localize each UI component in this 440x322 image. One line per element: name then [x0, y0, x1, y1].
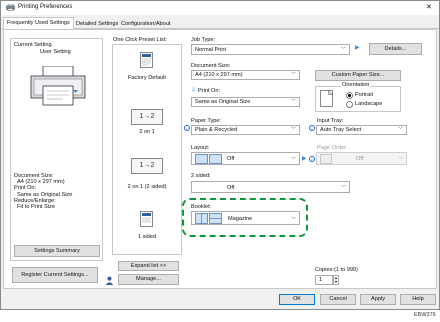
summary-line: Same as Original Size [17, 191, 73, 198]
summary-line: Fit to Print Size [17, 204, 55, 211]
copies-label: Copies:(1 to 999) [315, 267, 358, 273]
user-setting-label: User Setting [40, 49, 71, 55]
booklet-icon [195, 213, 223, 224]
print-on-select[interactable]: Same as Original Size ﹀ [191, 97, 300, 107]
chevron-down-icon: ﹀ [397, 127, 403, 133]
preset-list-label: One Click Preset List: [113, 37, 167, 43]
user-icon [105, 276, 114, 285]
title-bar: Printing Preferences ✕ [1, 1, 439, 15]
arrow-right-icon: ▶ [355, 45, 360, 51]
arrow-down-icon: ⇩ [191, 88, 197, 94]
layout-select[interactable]: Off ﹀ [191, 152, 300, 165]
settings-summary-button[interactable]: Settings Summary [14, 245, 100, 257]
print-on-label: Print On: [198, 88, 221, 94]
ok-button[interactable]: OK [279, 294, 315, 305]
paper-type-label: Paper Type: [191, 118, 222, 124]
figure-caption: EBW376 [414, 312, 436, 318]
document-size-value: A4 (210 x 297 mm) [195, 72, 243, 78]
two-up-icon: 1→2 [131, 109, 163, 125]
arrow-right-icon: ▶ [302, 156, 307, 162]
apply-button[interactable]: Apply [360, 294, 396, 305]
preset-2-on-1[interactable]: 2 on 1 [114, 129, 180, 135]
document-icon [140, 211, 153, 227]
chevron-down-icon: ﹀ [290, 157, 296, 163]
landscape-label: Landscape [355, 101, 383, 107]
page-order-select: Off ﹀ [316, 152, 407, 165]
landscape-radio[interactable] [346, 101, 353, 108]
two-sided-label: 2 sided: [191, 173, 211, 179]
tab-bar: Frequently Used Settings Detailed Settin… [1, 15, 439, 29]
input-tray-label: Input Tray: [317, 118, 344, 124]
cancel-button[interactable]: Cancel [320, 294, 356, 305]
page-order-icon [320, 154, 332, 164]
input-tray-select[interactable]: Auto Tray Select ﹀ [316, 125, 407, 135]
custom-paper-size-button[interactable]: Custom Paper Size... [315, 70, 401, 81]
details-button[interactable]: Details... [369, 43, 422, 55]
preset-1-sided[interactable]: 1 sided [114, 234, 180, 240]
current-setting-label: Current Setting [14, 42, 52, 48]
orientation-label: Orientation [341, 82, 371, 88]
paper-type-select[interactable]: Plain & Recycled ﹀ [191, 125, 300, 135]
paper-type-value: Plain & Recycled [195, 127, 238, 133]
layout-label: Layout: [191, 145, 210, 151]
portrait-label: Portrait [355, 92, 374, 98]
info-icon: i [309, 125, 315, 131]
document-size-label: Document Size: [191, 63, 231, 69]
copies-input[interactable]: 1 [315, 275, 333, 285]
copies-value: 1 [319, 277, 323, 283]
job-type-select[interactable]: Normal Print ﹀ [191, 44, 350, 55]
tab-detailed-settings[interactable]: Detailed Settings [72, 18, 122, 29]
booklet-value: Magazine [228, 216, 253, 222]
portrait-radio[interactable] [346, 92, 353, 99]
document-icon [140, 52, 153, 68]
layout-pages-icon [195, 154, 223, 164]
info-icon: i [184, 125, 190, 131]
tab-frequently-used[interactable]: Frequently Used Settings [3, 17, 74, 29]
expand-list-button[interactable]: Expand list >> [118, 261, 179, 271]
close-icon[interactable]: ✕ [426, 3, 432, 11]
chevron-down-icon: ﹀ [290, 217, 296, 223]
printing-preferences-window: Printing Preferences ✕ Frequently Used S… [0, 0, 440, 310]
copies-stepper[interactable]: ▲ ▼ [333, 275, 339, 285]
job-type-value: Normal Print [195, 47, 227, 53]
register-current-settings-button[interactable]: Register Current Settings... [12, 267, 98, 283]
chevron-down-icon: ﹀ [397, 157, 403, 163]
printer-preview-icon [29, 65, 87, 106]
current-setting-panel: Current Setting User Setting Document Si… [10, 38, 103, 261]
printer-icon [6, 3, 15, 12]
chevron-down-icon: ﹀ [290, 127, 296, 133]
chevron-down-icon: ﹀ [340, 47, 346, 53]
info-icon: i [309, 156, 315, 162]
two-up-duplex-icon: 1→2 [131, 158, 163, 174]
two-sided-select[interactable]: Off ﹀ [191, 181, 350, 193]
booklet-select[interactable]: Magazine ﹀ [191, 211, 300, 225]
print-on-value: Same as Original Size [195, 99, 251, 105]
portrait-page-icon [320, 89, 334, 107]
tab-configuration-about[interactable]: Configuration/About [117, 18, 174, 29]
settings-summary-text: Document Size: A4 (210 x 297 mm) Print O… [14, 173, 72, 210]
input-tray-value: Auto Tray Select [320, 127, 362, 133]
help-button[interactable]: Help [400, 294, 436, 305]
job-type-label: Job Type: [191, 37, 216, 43]
chevron-down-icon: ﹀ [290, 99, 296, 105]
preset-factory-default[interactable]: Factory Default [114, 75, 180, 81]
booklet-label: Booklet: [191, 204, 212, 210]
two-sided-value: Off [227, 185, 235, 191]
page-order-label: Page Order: [317, 145, 348, 151]
document-size-select[interactable]: A4 (210 x 297 mm) ﹀ [191, 70, 300, 80]
manage-button[interactable]: Manage... [118, 274, 179, 285]
chevron-down-icon: ﹀ [290, 72, 296, 78]
page-order-value: Off [356, 156, 364, 162]
preset-list: Factory Default 1→2 2 on 1 1→2 2 on 1 (2… [112, 44, 182, 255]
window-title: Printing Preferences [18, 4, 73, 10]
chevron-down-icon: ﹀ [340, 185, 346, 191]
layout-value: Off [227, 156, 235, 162]
preset-2-on-1-2-sided[interactable]: 2 on 1 (2 sided) [114, 184, 180, 190]
